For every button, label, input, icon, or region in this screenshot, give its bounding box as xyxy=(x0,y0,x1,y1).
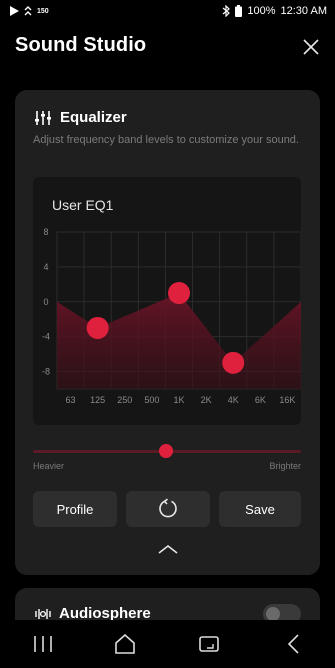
home-icon[interactable] xyxy=(112,632,138,656)
tone-slider-max-label: Brighter xyxy=(269,461,301,471)
equalizer-card: Equalizer Adjust frequency band levels t… xyxy=(15,90,320,575)
equalizer-title: Equalizer xyxy=(60,109,127,126)
chevron-up-icon[interactable] xyxy=(158,543,178,555)
eq-panel: User EQ1 8 4 0 -4 -8 63 125 250 500 1K 2K 4K 6K 16K xyxy=(33,177,301,425)
bluetooth-icon xyxy=(222,5,231,17)
status-left: 150 xyxy=(10,6,49,16)
tone-slider-thumb[interactable] xyxy=(159,444,173,458)
tone-slider: Heavier Brighter xyxy=(33,440,301,474)
tone-slider-min-label: Heavier xyxy=(33,461,65,471)
header: Sound Studio xyxy=(0,28,335,68)
eq-band-handle[interactable] xyxy=(222,351,245,374)
status-bar: 150 100% 12:30 AM xyxy=(0,0,335,22)
save-button[interactable]: Save xyxy=(219,491,301,527)
eq-chart[interactable]: 8 4 0 -4 -8 63 125 250 500 1K 2K 4K 6K 16K xyxy=(33,177,301,425)
eq-x-tick-label: 16K xyxy=(279,395,295,405)
screen-rotate-icon[interactable] xyxy=(196,632,222,656)
recent-apps-icon[interactable] xyxy=(30,632,56,656)
eq-x-tick-label: 2K xyxy=(201,395,212,405)
equalizer-header: Equalizer xyxy=(34,109,127,126)
eq-x-tick-label: 63 xyxy=(66,395,76,405)
close-icon[interactable] xyxy=(301,37,321,57)
play-icon xyxy=(10,6,19,16)
eq-x-tick-label: 125 xyxy=(90,395,105,405)
eq-curve-area xyxy=(57,293,301,389)
battery-icon xyxy=(235,5,243,17)
eq-y-tick-label: -4 xyxy=(42,332,50,342)
eq-y-tick-label: 8 xyxy=(43,227,48,237)
eq-band-handle[interactable] xyxy=(168,282,190,305)
eq-x-tick-label: 6K xyxy=(255,395,266,405)
audiosphere-toggle-knob xyxy=(266,607,280,621)
navigation-bar xyxy=(0,620,335,668)
data-transfer-icon xyxy=(24,6,32,16)
eq-x-tick-label: 500 xyxy=(144,395,159,405)
eq-x-tick-label: 250 xyxy=(117,395,132,405)
eq-y-tick-label: 4 xyxy=(43,262,48,272)
eq-y-tick-label: -8 xyxy=(42,367,50,377)
equalizer-icon xyxy=(35,110,51,125)
eq-x-tick-label: 1K xyxy=(173,395,184,405)
eq-band-handle[interactable] xyxy=(86,316,109,339)
net-speed: 150 xyxy=(37,7,49,15)
eq-x-tick-label: 4K xyxy=(228,395,239,405)
page-title: Sound Studio xyxy=(15,34,147,56)
status-right: 100% 12:30 AM xyxy=(222,5,327,17)
equalizer-description: Adjust frequency band levels to customiz… xyxy=(33,134,299,146)
reset-icon xyxy=(159,498,177,518)
profile-button[interactable]: Profile xyxy=(33,491,117,527)
battery-level: 100% xyxy=(247,5,276,17)
eq-y-tick-label: 0 xyxy=(43,297,48,307)
audiosphere-icon xyxy=(35,608,51,619)
reset-button[interactable] xyxy=(126,491,210,527)
clock: 12:30 AM xyxy=(280,5,327,17)
back-icon[interactable] xyxy=(282,632,308,656)
